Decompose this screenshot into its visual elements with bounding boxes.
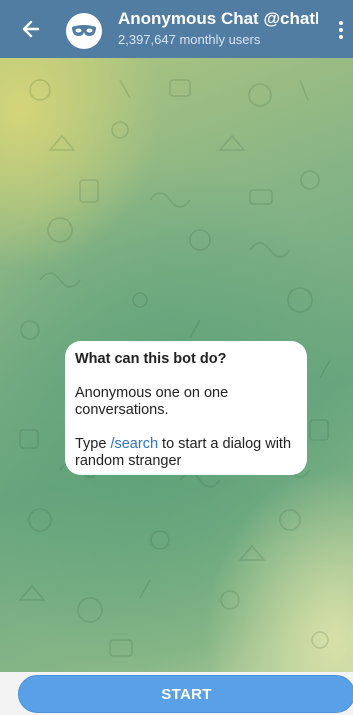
avatar[interactable]	[66, 13, 102, 49]
instruction-prefix: Type	[75, 436, 111, 452]
back-button[interactable]	[18, 16, 44, 42]
bot-info-instructions: Type /search to start a dialog with rand…	[75, 436, 297, 470]
chat-header: Anonymous Chat @chatbo 2,397,647 monthly…	[0, 0, 353, 58]
arrow-left-icon	[22, 20, 40, 38]
chat-title[interactable]: Anonymous Chat @chatbo	[118, 9, 318, 29]
bot-info-card: What can this bot do? Anonymous one on o…	[65, 341, 307, 475]
search-command-link[interactable]: /search	[110, 436, 158, 452]
chat-subtitle: 2,397,647 monthly users	[118, 32, 261, 47]
bot-info-description: Anonymous one on one conversations.	[75, 385, 229, 418]
bot-info-title: What can this bot do?	[75, 351, 227, 367]
more-vertical-icon	[339, 21, 343, 25]
mask-icon	[72, 25, 96, 36]
start-button[interactable]: START	[18, 675, 353, 713]
more-options-button[interactable]	[334, 18, 348, 42]
